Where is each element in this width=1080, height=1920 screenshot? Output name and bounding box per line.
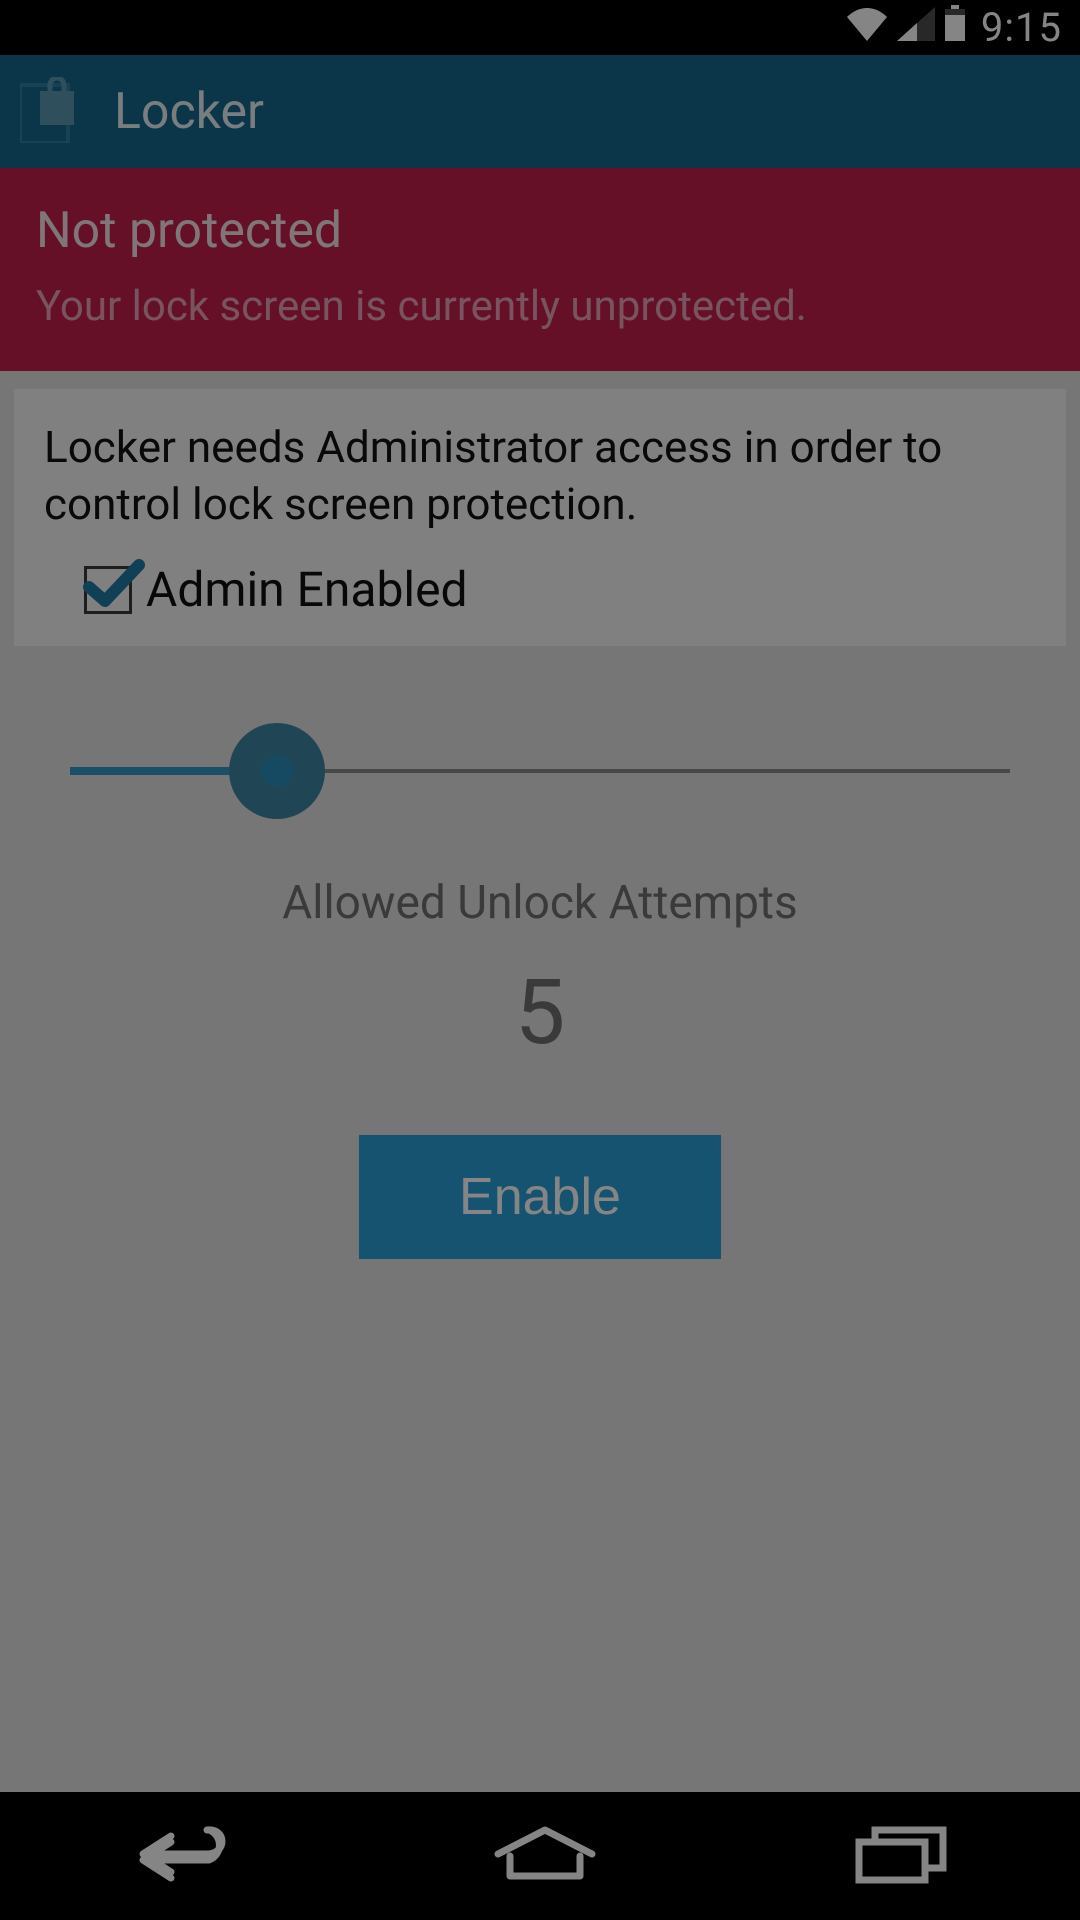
admin-enabled-label: Admin Enabled [146, 561, 468, 618]
attempts-value: 5 [70, 960, 1010, 1065]
home-icon[interactable] [490, 1824, 600, 1888]
battery-icon [943, 4, 967, 51]
navigation-bar [0, 1792, 1080, 1920]
status-clock: 9:15 [981, 4, 1062, 51]
wifi-icon [845, 4, 889, 51]
admin-access-message: Locker needs Administrator access in ord… [44, 419, 1036, 533]
checkbox-icon [84, 566, 132, 614]
attempts-slider[interactable] [70, 716, 1010, 826]
app-action-bar: Locker [0, 55, 1080, 168]
attempts-label: Allowed Unlock Attempts [70, 876, 1010, 930]
recent-apps-icon[interactable] [847, 1824, 957, 1888]
back-icon[interactable] [123, 1824, 243, 1888]
status-bar: 9:15 [0, 0, 1080, 55]
admin-access-card: Locker needs Administrator access in ord… [14, 389, 1066, 646]
app-lock-icon [20, 77, 82, 147]
protection-status-subtitle: Your lock screen is currently unprotecte… [36, 282, 1044, 331]
app-title: Locker [114, 83, 264, 141]
cell-signal-icon [897, 4, 935, 51]
protection-status-title: Not protected [36, 202, 1044, 260]
slider-thumb [261, 755, 293, 787]
admin-enabled-checkbox[interactable]: Admin Enabled [84, 561, 1036, 618]
protection-status-banner: Not protected Your lock screen is curren… [0, 168, 1080, 371]
enable-button[interactable]: Enable [359, 1135, 721, 1259]
